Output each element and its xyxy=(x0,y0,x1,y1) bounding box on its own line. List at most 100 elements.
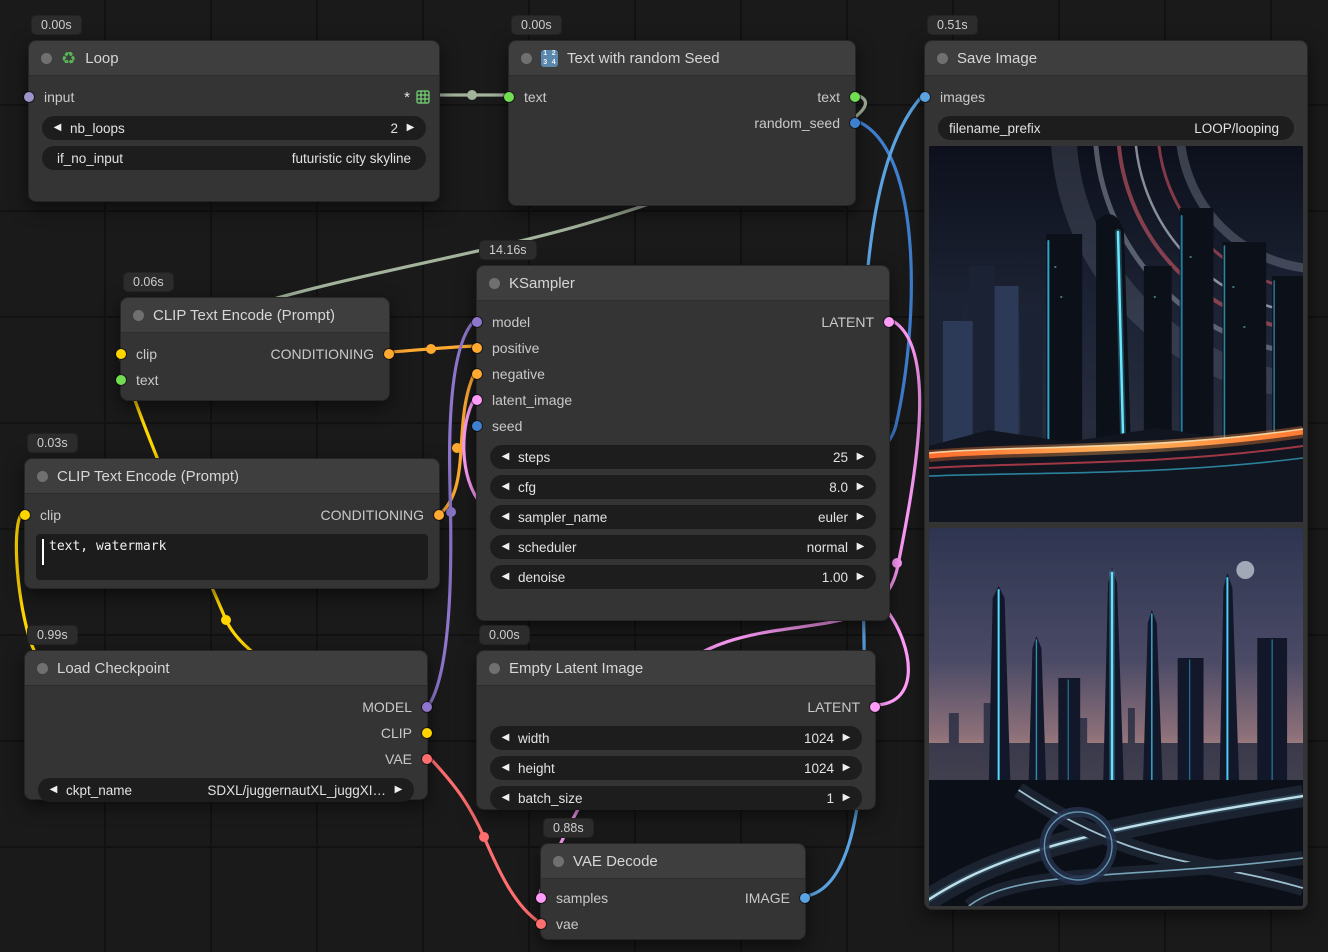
decrement-arrow[interactable]: ◀ xyxy=(499,733,512,743)
widget-sampler-name[interactable]: ◀ sampler_name euler ▶ xyxy=(490,505,876,529)
model-output-port[interactable] xyxy=(422,702,432,712)
grid-output-icon[interactable] xyxy=(416,90,430,104)
node-clip-text-encode-positive[interactable]: 0.06s CLIP Text Encode (Prompt) clip CON… xyxy=(120,297,390,401)
samples-input-port[interactable] xyxy=(536,893,546,903)
widget-value: 1024 xyxy=(804,731,834,746)
negative-input-port[interactable] xyxy=(472,369,482,379)
latent-output-port[interactable] xyxy=(884,317,894,327)
increment-arrow[interactable]: ▶ xyxy=(404,123,417,133)
node-titlebar[interactable]: KSampler xyxy=(477,266,889,301)
node-load-checkpoint[interactable]: 0.99s Load Checkpoint MODEL CLIP VAE ◀ c… xyxy=(24,650,428,800)
random-seed-output-port[interactable] xyxy=(850,118,860,128)
widget-width[interactable]: ◀ width 1024 ▶ xyxy=(490,726,862,750)
collapse-dot[interactable] xyxy=(489,663,500,674)
decrement-arrow[interactable]: ◀ xyxy=(51,123,64,133)
decrement-arrow[interactable]: ◀ xyxy=(499,793,512,803)
node-titlebar[interactable]: ♻ Loop xyxy=(29,41,439,76)
prev-arrow[interactable]: ◀ xyxy=(499,512,512,522)
vae-input-port[interactable] xyxy=(536,919,546,929)
clip-input-port[interactable] xyxy=(20,510,30,520)
latent-output-port[interactable] xyxy=(870,702,880,712)
widget-label: steps xyxy=(518,450,550,465)
clip-input-port[interactable] xyxy=(116,349,126,359)
image-output-port[interactable] xyxy=(800,893,810,903)
next-arrow[interactable]: ▶ xyxy=(392,785,405,795)
widget-denoise[interactable]: ◀ denoise 1.00 ▶ xyxy=(490,565,876,589)
node-ksampler[interactable]: 14.16s KSampler model LATENT positive ne… xyxy=(476,265,890,621)
increment-arrow[interactable]: ▶ xyxy=(840,763,853,773)
next-arrow[interactable]: ▶ xyxy=(854,542,867,552)
node-titlebar[interactable]: Load Checkpoint xyxy=(25,651,427,686)
collapse-dot[interactable] xyxy=(37,663,48,674)
widget-nb-loops[interactable]: ◀ nb_loops 2 ▶ xyxy=(42,116,426,140)
node-titlebar[interactable]: CLIP Text Encode (Prompt) xyxy=(121,298,389,333)
collapse-dot[interactable] xyxy=(489,278,500,289)
preview-image-2[interactable] xyxy=(929,528,1303,906)
vae-output-port[interactable] xyxy=(422,754,432,764)
widget-filename-prefix[interactable]: filename_prefix LOOP/looping xyxy=(938,116,1294,140)
seed-input-port[interactable] xyxy=(472,421,482,431)
model-input-port[interactable] xyxy=(472,317,482,327)
widget-value: 1 xyxy=(826,791,834,806)
increment-arrow[interactable]: ▶ xyxy=(854,482,867,492)
collapse-dot[interactable] xyxy=(553,856,564,867)
next-arrow[interactable]: ▶ xyxy=(854,512,867,522)
widget-label: ckpt_name xyxy=(66,783,132,798)
clip-output-port[interactable] xyxy=(422,728,432,738)
collapse-dot[interactable] xyxy=(521,53,532,64)
node-text-random-seed[interactable]: 0.00s 1 2 3 4 Text with random Seed text… xyxy=(508,40,856,206)
link-dot xyxy=(452,443,462,453)
widget-steps[interactable]: ◀ steps 25 ▶ xyxy=(490,445,876,469)
widget-height[interactable]: ◀ height 1024 ▶ xyxy=(490,756,862,780)
positive-input-port[interactable] xyxy=(472,343,482,353)
prompt-textarea[interactable]: text, watermark xyxy=(36,534,428,580)
node-titlebar[interactable]: 1 2 3 4 Text with random Seed xyxy=(509,41,855,76)
widget-ckpt-name[interactable]: ◀ ckpt_name SDXL/juggernautXL_juggXI… ▶ xyxy=(38,778,414,802)
increment-arrow[interactable]: ▶ xyxy=(854,452,867,462)
text-output-port[interactable] xyxy=(850,92,860,102)
text-input-port[interactable] xyxy=(116,375,126,385)
widget-if-no-input[interactable]: if_no_input futuristic city skyline xyxy=(42,146,426,170)
node-clip-text-encode-negative[interactable]: 0.03s CLIP Text Encode (Prompt) clip CON… xyxy=(24,458,440,589)
widget-value: 25 xyxy=(833,450,848,465)
collapse-dot[interactable] xyxy=(37,471,48,482)
node-graph-canvas[interactable]: 0.00s ♻ Loop input * xyxy=(0,0,1328,952)
increment-arrow[interactable]: ▶ xyxy=(854,572,867,582)
node-loop[interactable]: 0.00s ♻ Loop input * xyxy=(28,40,440,202)
prev-arrow[interactable]: ◀ xyxy=(47,785,60,795)
exec-time-badge: 0.03s xyxy=(27,433,78,453)
increment-arrow[interactable]: ▶ xyxy=(840,733,853,743)
decrement-arrow[interactable]: ◀ xyxy=(499,572,512,582)
prev-arrow[interactable]: ◀ xyxy=(499,542,512,552)
decrement-arrow[interactable]: ◀ xyxy=(499,482,512,492)
port-row: samples IMAGE xyxy=(541,885,805,911)
input-port[interactable] xyxy=(24,92,34,102)
decrement-arrow[interactable]: ◀ xyxy=(499,763,512,773)
node-titlebar[interactable]: Empty Latent Image xyxy=(477,651,875,686)
widget-label: width xyxy=(518,731,550,746)
latent-image-input-port[interactable] xyxy=(472,395,482,405)
port-row: text text xyxy=(509,84,855,110)
text-input-port[interactable] xyxy=(504,92,514,102)
node-titlebar[interactable]: VAE Decode xyxy=(541,844,805,879)
collapse-dot[interactable] xyxy=(41,53,52,64)
preview-image-1[interactable] xyxy=(929,146,1303,522)
widget-label: denoise xyxy=(518,570,565,585)
node-titlebar[interactable]: CLIP Text Encode (Prompt) xyxy=(25,459,439,494)
node-save-image[interactable]: 0.51s Save Image images filename_prefix … xyxy=(924,40,1308,910)
images-input-port[interactable] xyxy=(920,92,930,102)
widget-label: batch_size xyxy=(518,791,583,806)
node-empty-latent-image[interactable]: 0.00s Empty Latent Image LATENT ◀ width … xyxy=(476,650,876,810)
conditioning-output-port[interactable] xyxy=(434,510,444,520)
widget-batch-size[interactable]: ◀ batch_size 1 ▶ xyxy=(490,786,862,810)
widget-scheduler[interactable]: ◀ scheduler normal ▶ xyxy=(490,535,876,559)
node-vae-decode[interactable]: 0.88s VAE Decode samples IMAGE vae xyxy=(540,843,806,940)
conditioning-output-port[interactable] xyxy=(384,349,394,359)
collapse-dot[interactable] xyxy=(133,310,144,321)
increment-arrow[interactable]: ▶ xyxy=(840,793,853,803)
node-titlebar[interactable]: Save Image xyxy=(925,41,1307,76)
widget-cfg[interactable]: ◀ cfg 8.0 ▶ xyxy=(490,475,876,499)
collapse-dot[interactable] xyxy=(937,53,948,64)
decrement-arrow[interactable]: ◀ xyxy=(499,452,512,462)
node-title: KSampler xyxy=(509,275,575,292)
